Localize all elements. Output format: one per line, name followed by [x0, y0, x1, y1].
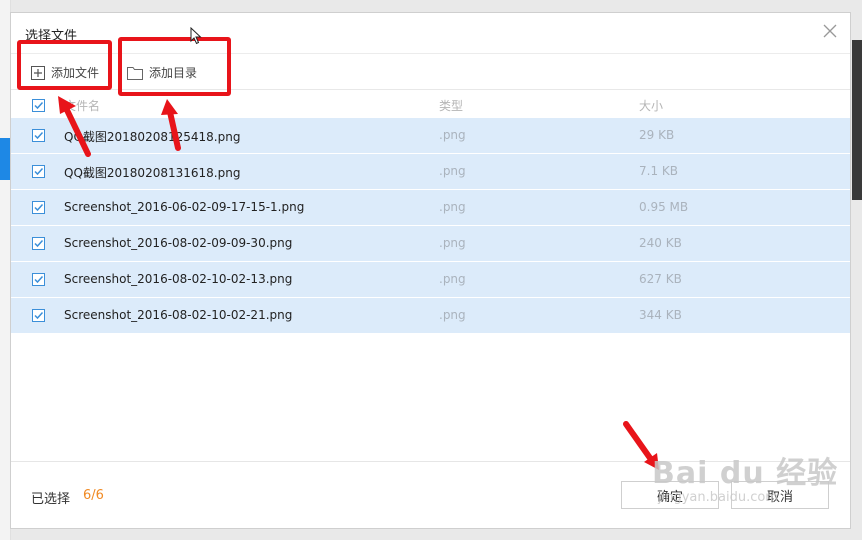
- file-type: .png: [439, 308, 466, 322]
- check-icon: [34, 311, 44, 320]
- row-checkbox[interactable]: [32, 129, 45, 142]
- row-checkbox[interactable]: [32, 165, 45, 178]
- file-size: 240 KB: [639, 236, 682, 250]
- row-checkbox[interactable]: [32, 273, 45, 286]
- mouse-cursor-icon: [190, 26, 202, 48]
- check-icon: [34, 203, 44, 212]
- table-row[interactable]: QQ截图20180208131618.png .png 7.1 KB: [11, 154, 850, 190]
- baidu-watermark: Bai du 经验 jingyan.baidu.com: [652, 448, 838, 505]
- file-size: 627 KB: [639, 272, 682, 286]
- file-size: 7.1 KB: [639, 164, 678, 178]
- check-icon: [34, 101, 44, 110]
- annotation-highlight-add-directory: [118, 37, 231, 96]
- watermark-url: jingyan.baidu.com: [658, 490, 778, 505]
- row-checkbox[interactable]: [32, 309, 45, 322]
- close-icon[interactable]: [822, 23, 838, 39]
- file-type: .png: [439, 272, 466, 286]
- file-name: Screenshot_2016-08-02-10-02-21.png: [64, 308, 293, 322]
- background-window-fragment: [852, 40, 862, 200]
- file-name: Screenshot_2016-06-02-09-17-15-1.png: [64, 200, 305, 214]
- column-header-size[interactable]: 大小: [639, 97, 663, 114]
- file-type: .png: [439, 236, 466, 250]
- table-row[interactable]: Screenshot_2016-08-02-10-02-21.png .png …: [11, 298, 850, 334]
- file-name: Screenshot_2016-08-02-09-09-30.png: [64, 236, 293, 250]
- file-name: Screenshot_2016-08-02-10-02-13.png: [64, 272, 293, 286]
- check-icon: [34, 275, 44, 284]
- file-type: .png: [439, 164, 466, 178]
- check-icon: [34, 131, 44, 140]
- selected-label: 已选择: [31, 492, 71, 507]
- selected-count: 6/6: [83, 488, 104, 503]
- row-checkbox[interactable]: [32, 237, 45, 250]
- file-type: .png: [439, 200, 466, 214]
- file-type: .png: [439, 128, 466, 142]
- file-name: QQ截图20180208131618.png: [64, 166, 241, 180]
- file-name: QQ截图20180208125418.png: [64, 130, 241, 144]
- check-icon: [34, 167, 44, 176]
- check-icon: [34, 239, 44, 248]
- table-row[interactable]: Screenshot_2016-08-02-10-02-13.png .png …: [11, 262, 850, 298]
- table-row[interactable]: Screenshot_2016-08-02-09-09-30.png .png …: [11, 226, 850, 262]
- file-list: QQ截图20180208125418.png .png 29 KB QQ截图20…: [11, 118, 850, 334]
- annotation-highlight-add-file: [17, 40, 112, 90]
- select-all-checkbox[interactable]: [32, 99, 45, 112]
- file-size: 344 KB: [639, 308, 682, 322]
- table-row[interactable]: QQ截图20180208125418.png .png 29 KB: [11, 118, 850, 154]
- column-header-type[interactable]: 类型: [439, 97, 463, 114]
- background-accent-bar: [0, 138, 10, 180]
- table-row[interactable]: Screenshot_2016-06-02-09-17-15-1.png .pn…: [11, 190, 850, 226]
- file-size: 29 KB: [639, 128, 675, 142]
- file-size: 0.95 MB: [639, 200, 689, 214]
- column-header-name[interactable]: 文件名: [64, 97, 100, 114]
- watermark-logo-text: Bai du 经验: [652, 456, 839, 491]
- row-checkbox[interactable]: [32, 201, 45, 214]
